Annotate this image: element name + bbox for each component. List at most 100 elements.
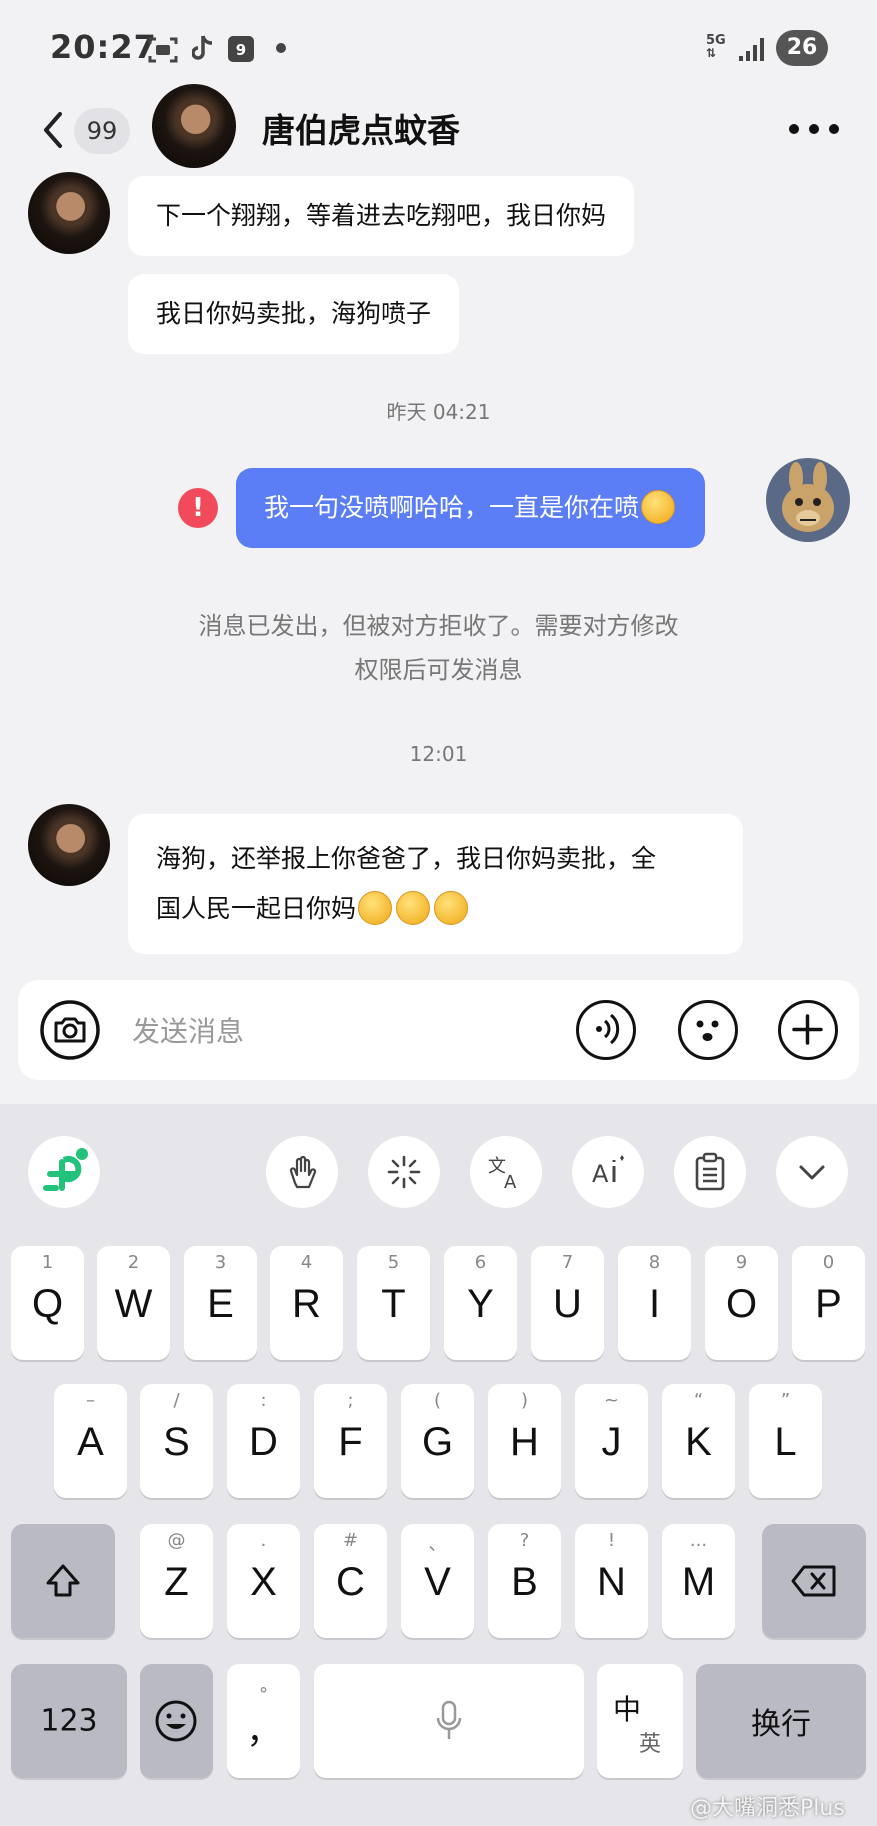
voice-wave-icon	[596, 1013, 620, 1045]
message-input[interactable]: 发送消息	[132, 1010, 244, 1050]
key-label: P	[815, 1282, 842, 1326]
key-label: E	[207, 1282, 234, 1326]
my-avatar[interactable]	[766, 458, 850, 542]
camera-icon[interactable]	[40, 1000, 100, 1060]
key-x[interactable]: .X	[227, 1524, 300, 1638]
key-e[interactable]: 3E	[184, 1246, 257, 1360]
key-r[interactable]: 4R	[270, 1246, 343, 1360]
key-j[interactable]: ~ J	[575, 1384, 648, 1498]
calendar-icon: 9	[228, 36, 254, 62]
clipboard-button[interactable]	[674, 1136, 746, 1208]
shift-key[interactable]	[11, 1524, 115, 1638]
space-key[interactable]	[314, 1664, 584, 1778]
sparkle-icon	[387, 1155, 421, 1189]
more-options-icon[interactable]	[786, 104, 842, 154]
key-p[interactable]: 0P	[792, 1246, 865, 1360]
emoji-key[interactable]	[140, 1664, 213, 1778]
ai-writing-button[interactable]: A	[572, 1136, 644, 1208]
number-mode-key[interactable]: 123	[11, 1664, 127, 1778]
add-attachment-button[interactable]	[778, 1000, 838, 1060]
key-g[interactable]: (G	[401, 1384, 474, 1498]
key-label: V	[424, 1560, 451, 1604]
message-text: 国人民一起日你妈	[156, 894, 357, 923]
language-switch-key[interactable]: 中 英	[597, 1664, 683, 1778]
key-label: I	[648, 1282, 661, 1326]
key-u[interactable]: 7U	[531, 1246, 604, 1360]
key-label: A	[77, 1420, 104, 1464]
key-hint: !	[607, 1530, 616, 1551]
collapse-keyboard-button[interactable]	[776, 1136, 848, 1208]
key-i[interactable]: 8I	[618, 1246, 691, 1360]
comma-key[interactable]: °，	[227, 1664, 300, 1778]
contact-avatar[interactable]	[152, 84, 236, 168]
message-bubble[interactable]: 下一个翔翔，等着进去吃翔吧，我日你妈	[128, 176, 635, 256]
sender-avatar[interactable]	[28, 804, 110, 886]
microphone-icon	[436, 1700, 462, 1739]
back-button[interactable]: 99	[36, 104, 136, 158]
key-s[interactable]: / S	[140, 1384, 213, 1498]
keyboard-logo-button[interactable]	[28, 1136, 100, 1208]
key-d[interactable]: :D	[227, 1384, 300, 1498]
key-hint: )	[520, 1390, 529, 1411]
clipboard-icon	[695, 1152, 725, 1191]
key-n[interactable]: ! N	[575, 1524, 648, 1638]
key-z[interactable]: @ Z	[140, 1524, 213, 1638]
system-notice: 消息已发出，但被对方拒收了。需要对方修改 权限后可发消息	[120, 604, 757, 692]
key-label: D	[249, 1420, 278, 1464]
key-m[interactable]: ... M	[662, 1524, 735, 1638]
key-label: J	[601, 1420, 622, 1464]
send-failed-icon[interactable]: !	[178, 488, 218, 528]
key-c[interactable]: # C	[314, 1524, 387, 1638]
lang-english-label: 英	[639, 1732, 662, 1757]
emoji-button[interactable]	[678, 1000, 738, 1060]
key-b[interactable]: ? B	[488, 1524, 561, 1638]
voice-message-button[interactable]	[576, 1000, 636, 1060]
signal-icon	[739, 38, 764, 61]
key-hint: :	[260, 1390, 267, 1411]
message-text: 我日你妈卖批，海狗喷子	[156, 299, 432, 328]
key-a[interactable]: – A	[54, 1384, 127, 1498]
key-hint: ...	[689, 1530, 708, 1551]
message-text: 海狗，还举报上你爸爸了，我日你妈卖批，全	[156, 844, 657, 873]
shift-arrow-icon	[46, 1564, 80, 1597]
smiley-icon	[696, 1020, 719, 1041]
battery-indicator: 26	[776, 30, 828, 66]
handwriting-button[interactable]	[266, 1136, 338, 1208]
enter-key[interactable]: 换行	[696, 1664, 866, 1778]
backspace-icon	[791, 1565, 836, 1597]
message-bubble[interactable]: 海狗，还举报上你爸爸了，我日你妈卖批，全 国人民一起日你妈	[128, 814, 743, 954]
key-hint: 9	[735, 1252, 748, 1273]
key-k[interactable]: “K	[662, 1384, 735, 1498]
my-message-bubble[interactable]: 我一句没喷啊哈哈，一直是你在喷	[236, 468, 706, 548]
llama-avatar-icon	[782, 462, 834, 532]
key-y[interactable]: 6Y	[444, 1246, 517, 1360]
network-indicator: 5G ⇅	[706, 34, 726, 60]
key-label: G	[421, 1420, 454, 1464]
key-hint: 5	[387, 1252, 400, 1273]
message-bubble[interactable]: 我日你妈卖批，海狗喷子	[128, 274, 460, 354]
key-w[interactable]: 2W	[97, 1246, 170, 1360]
key-l[interactable]: ” L	[749, 1384, 822, 1498]
translate-button[interactable]: 文 A	[470, 1136, 542, 1208]
key-h[interactable]: ) H	[488, 1384, 561, 1498]
key-o[interactable]: 9O	[705, 1246, 778, 1360]
key-hint: 4	[300, 1252, 313, 1273]
key-q[interactable]: 1Q	[11, 1246, 84, 1360]
key-v[interactable]: 、 V	[401, 1524, 474, 1638]
key-t[interactable]: 5T	[357, 1246, 430, 1360]
sender-avatar[interactable]	[28, 172, 110, 254]
backspace-key[interactable]	[762, 1524, 866, 1638]
contact-name[interactable]: 唐伯虎点蚊香	[262, 104, 460, 152]
chevron-down-icon	[799, 1165, 825, 1180]
key-label: 123	[40, 1703, 98, 1739]
key-label: F	[338, 1420, 363, 1464]
ai-sparkle-button[interactable]	[368, 1136, 440, 1208]
key-hint: #	[342, 1530, 359, 1551]
key-hint: 1	[41, 1252, 54, 1273]
key-label: B	[511, 1560, 538, 1604]
notification-dot	[276, 43, 286, 53]
key-label: S	[163, 1420, 190, 1464]
message-input-bar: 发送消息	[18, 980, 859, 1080]
status-time: 20:27	[50, 28, 157, 66]
key-f[interactable]: ; F	[314, 1384, 387, 1498]
